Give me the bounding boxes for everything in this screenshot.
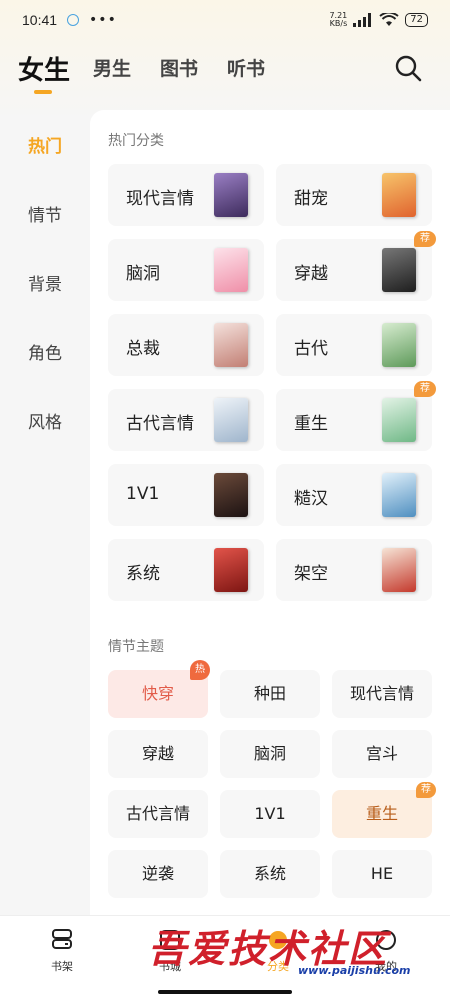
plot-chip-system[interactable]: 系统 [220, 850, 320, 898]
network-speed: 7.21 KB/s [329, 12, 347, 28]
category-label: 1V1 [126, 484, 160, 504]
section-title-hot-categories: 热门分类 [108, 133, 164, 149]
tab-female[interactable]: 女生 [18, 50, 70, 87]
category-card-ceo[interactable]: 总裁 [108, 314, 264, 376]
recommend-badge: 荐 [414, 231, 436, 247]
book-cover-image [382, 323, 416, 367]
plot-chip-palace-intrigue[interactable]: 宫斗 [332, 730, 432, 778]
section-title-plot-themes: 情节主题 [108, 639, 164, 655]
battery-indicator: 72 [405, 13, 428, 27]
wifi-icon [379, 13, 399, 26]
book-cover-image [382, 173, 416, 217]
plot-chip-happy-ending[interactable]: HE [332, 850, 432, 898]
plot-chip-label: 快穿 [141, 684, 174, 703]
bottom-nav-label: 书架 [51, 960, 73, 973]
bottom-nav-bookshelf[interactable]: 书架 [22, 926, 102, 974]
category-label: 古代 [294, 339, 328, 359]
side-item-background[interactable]: 背景 [0, 270, 90, 295]
category-card-time-travel[interactable]: 穿越 荐 [276, 231, 436, 301]
book-cover-image [214, 323, 248, 367]
category-label: 重生 [294, 414, 328, 434]
plot-chip-label: HE [370, 864, 394, 883]
category-label: 现代言情 [126, 189, 194, 209]
category-label: 脑洞 [126, 264, 160, 284]
book-cover-image [214, 173, 248, 217]
watermark-logo: 吾爱技术社区 www.paijishu.com [148, 918, 448, 978]
book-cover-image [382, 248, 416, 292]
plot-chip-label: 现代言情 [349, 684, 414, 703]
hot-badge: 热 [190, 660, 210, 680]
category-card-ancient[interactable]: 古代 [276, 314, 432, 376]
plot-chip-label: 系统 [253, 864, 286, 883]
tab-books[interactable]: 图书 [160, 54, 198, 81]
side-item-role[interactable]: 角色 [0, 339, 90, 364]
plot-chip-label: 逆袭 [141, 864, 174, 883]
status-bar: 10:41 ••• 7.21 KB/s 72 [0, 0, 450, 40]
side-item-plot[interactable]: 情节 [0, 201, 90, 226]
category-label: 古代言情 [126, 414, 194, 434]
home-indicator[interactable] [158, 990, 292, 994]
category-card-rebirth[interactable]: 重生 荐 [276, 381, 436, 451]
app-notification-icon [67, 14, 80, 26]
plot-chip-label: 宫斗 [365, 744, 398, 763]
status-time: 10:41 [22, 12, 58, 28]
category-label: 糙汉 [294, 489, 328, 509]
book-cover-image [382, 398, 416, 442]
plot-chip-label: 种田 [253, 684, 286, 703]
book-cover-image [382, 473, 416, 517]
book-cover-image [214, 548, 248, 592]
book-cover-image [214, 248, 248, 292]
plot-chip-rebirth[interactable]: 重生 荐 [332, 782, 436, 838]
plot-chip-label: 脑洞 [253, 744, 286, 763]
recommend-badge: 荐 [414, 381, 436, 397]
book-cover-image [214, 473, 248, 517]
top-tab-bar: 女生 男生 图书 听书 [0, 44, 450, 98]
category-card-1v1[interactable]: 1V1 [108, 464, 264, 526]
plot-chip-label: 古代言情 [125, 804, 190, 823]
category-label: 穿越 [294, 264, 328, 284]
plot-chip-modern-romance[interactable]: 现代言情 [332, 670, 432, 718]
side-item-style[interactable]: 风格 [0, 408, 90, 433]
category-label: 总裁 [126, 339, 160, 359]
category-card-sweet[interactable]: 甜宠 [276, 164, 432, 226]
more-notifications-icon: ••• [89, 12, 117, 28]
signal-icon [353, 13, 372, 27]
category-label: 甜宠 [294, 189, 328, 209]
tab-audiobooks[interactable]: 听书 [227, 54, 265, 81]
plot-chip-label: 1V1 [254, 804, 286, 823]
plot-chip-brain-hole[interactable]: 脑洞 [220, 730, 320, 778]
plot-chip-ancient-romance[interactable]: 古代言情 [108, 790, 208, 838]
category-card-fictional-world[interactable]: 架空 [276, 539, 432, 601]
watermark-url: www.paijishu.com [298, 964, 411, 977]
plot-chip-label: 重生 [365, 804, 398, 823]
book-cover-image [214, 398, 248, 442]
category-panel: 热门分类 现代言情 甜宠 脑洞 穿越 荐 总裁 古代 古代言情 重生 荐 1V1… [90, 110, 450, 920]
book-cover-image [382, 548, 416, 592]
plot-chip-farming[interactable]: 种田 [220, 670, 320, 718]
plot-chip-quick-transmigration[interactable]: 快穿 热 [108, 660, 210, 718]
category-label: 系统 [126, 564, 160, 584]
search-icon[interactable] [394, 54, 422, 82]
category-card-modern-romance[interactable]: 现代言情 [108, 164, 264, 226]
plot-chip-counterattack[interactable]: 逆袭 [108, 850, 208, 898]
recommend-badge: 荐 [416, 782, 436, 798]
tab-male[interactable]: 男生 [93, 54, 131, 81]
category-label: 架空 [294, 564, 328, 584]
category-card-system[interactable]: 系统 [108, 539, 264, 601]
plot-chip-1v1[interactable]: 1V1 [220, 790, 320, 838]
bookshelf-icon [52, 929, 72, 949]
category-card-rough-man[interactable]: 糙汉 [276, 464, 432, 526]
category-card-ancient-romance[interactable]: 古代言情 [108, 389, 264, 451]
network-speed-unit: KB/s [329, 19, 348, 28]
plot-chip-time-travel[interactable]: 穿越 [108, 730, 208, 778]
category-card-brain-hole[interactable]: 脑洞 [108, 239, 264, 301]
active-tab-indicator [34, 90, 52, 94]
plot-chip-label: 穿越 [141, 744, 174, 763]
side-item-hot[interactable]: 热门 [0, 132, 90, 157]
